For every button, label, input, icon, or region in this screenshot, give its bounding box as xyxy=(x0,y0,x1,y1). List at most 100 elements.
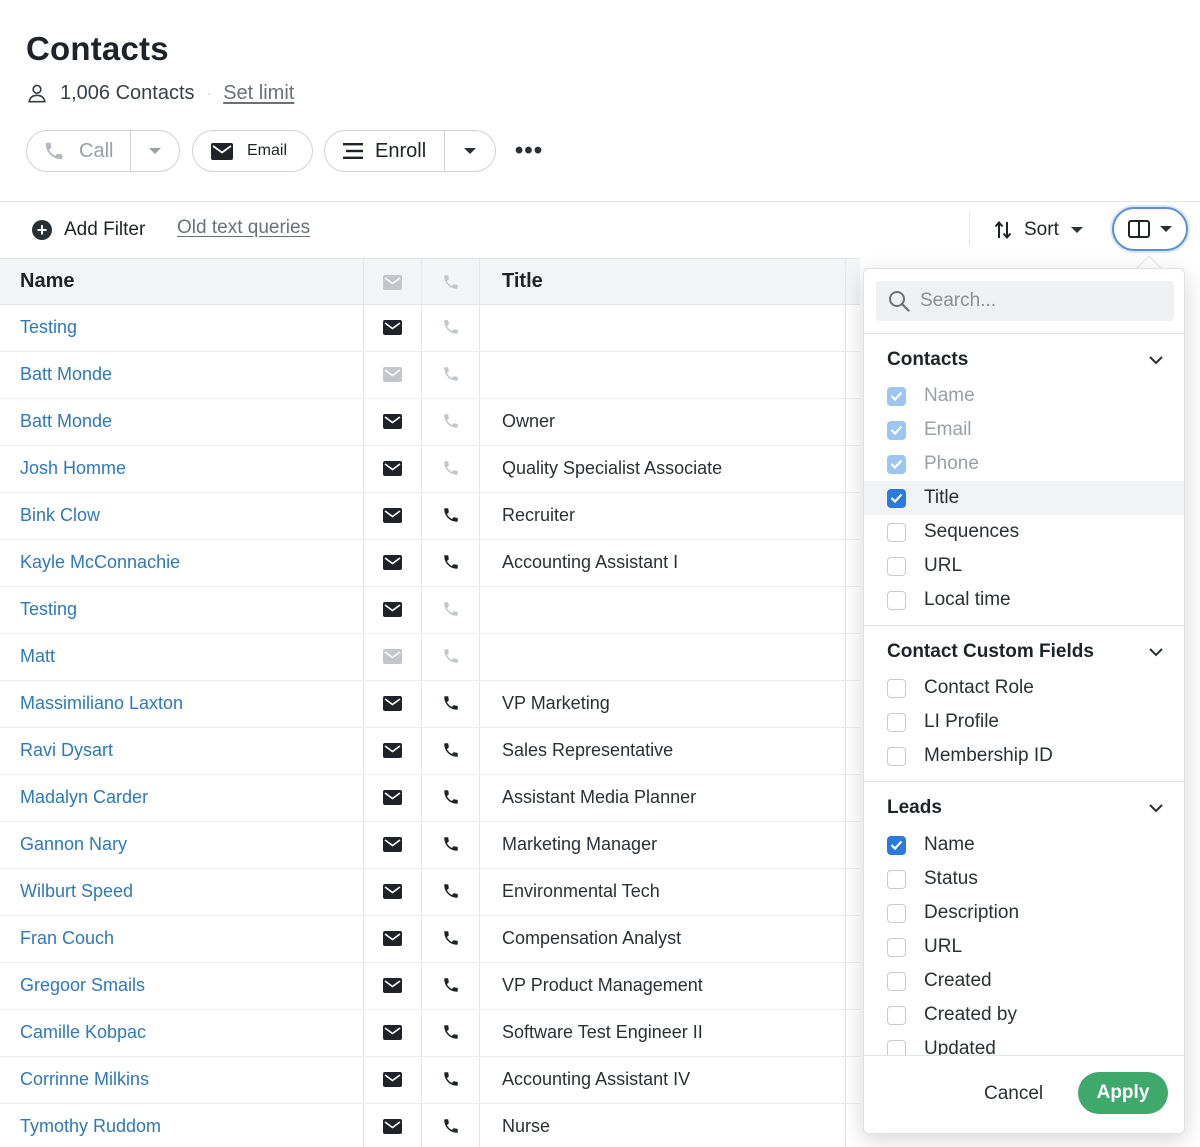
checkbox[interactable] xyxy=(887,937,906,957)
contact-name-link[interactable]: Testing xyxy=(20,599,77,620)
table-row[interactable]: Fran Couch Compensation Analyst xyxy=(0,916,860,963)
set-limit-link[interactable]: Set limit xyxy=(223,82,294,105)
email-button[interactable]: Email xyxy=(192,130,313,172)
table-row[interactable]: Wilburt Speed Environmental Tech xyxy=(0,869,860,916)
contact-name-link[interactable]: Matt xyxy=(20,646,55,667)
phone-icon[interactable] xyxy=(442,318,460,336)
envelope-icon[interactable] xyxy=(383,931,402,946)
sort-button[interactable]: Sort xyxy=(994,216,1083,244)
chevron-down-icon[interactable] xyxy=(1148,647,1164,657)
column-option[interactable]: Description xyxy=(864,896,1184,930)
phone-icon[interactable] xyxy=(442,1070,460,1088)
contact-name-link[interactable]: Fran Couch xyxy=(20,928,114,949)
table-row[interactable]: Gregoor Smails VP Product Management xyxy=(0,963,860,1010)
table-row[interactable]: Josh Homme Quality Specialist Associate xyxy=(0,446,860,493)
table-row[interactable]: Massimiliano Laxton VP Marketing xyxy=(0,681,860,728)
call-dropdown-button[interactable] xyxy=(131,131,179,171)
add-filter-button[interactable]: + Add Filter xyxy=(32,216,145,244)
contact-name-link[interactable]: Gregoor Smails xyxy=(20,975,145,996)
phone-icon[interactable] xyxy=(442,835,460,853)
column-option[interactable]: Local time xyxy=(864,583,1184,617)
table-row[interactable]: Madalyn Carder Assistant Media Planner xyxy=(0,775,860,822)
phone-icon[interactable] xyxy=(442,412,460,430)
column-option[interactable]: Name xyxy=(864,379,1184,413)
envelope-icon[interactable] xyxy=(383,696,402,711)
checkbox[interactable] xyxy=(887,746,906,766)
phone-icon[interactable] xyxy=(442,506,460,524)
section-heading[interactable]: Contact Custom Fields xyxy=(887,641,1094,663)
old-text-queries-link[interactable]: Old text queries xyxy=(177,217,310,239)
column-header-name[interactable]: Name xyxy=(20,270,74,293)
column-option[interactable]: Title xyxy=(864,481,1184,515)
contact-name-link[interactable]: Testing xyxy=(20,317,77,338)
table-row[interactable]: Tymothy Ruddom Nurse xyxy=(0,1104,860,1147)
contact-name-link[interactable]: Wilburt Speed xyxy=(20,881,133,902)
envelope-icon[interactable] xyxy=(383,367,402,382)
checkbox[interactable] xyxy=(887,454,906,474)
table-row[interactable]: Camille Kobpac Software Test Engineer II xyxy=(0,1010,860,1057)
phone-icon[interactable] xyxy=(442,600,460,618)
table-row[interactable]: Corrinne Milkins Accounting Assistant IV xyxy=(0,1057,860,1104)
enroll-button[interactable]: Enroll xyxy=(325,131,444,171)
phone-icon[interactable] xyxy=(442,459,460,477)
column-option[interactable]: LI Profile xyxy=(864,705,1184,739)
checkbox[interactable] xyxy=(887,556,906,576)
contact-name-link[interactable]: Ravi Dysart xyxy=(20,740,113,761)
checkbox[interactable] xyxy=(887,1005,906,1025)
column-option[interactable]: Status xyxy=(864,862,1184,896)
envelope-icon[interactable] xyxy=(383,649,402,664)
checkbox[interactable] xyxy=(887,712,906,732)
contact-name-link[interactable]: Bink Clow xyxy=(20,505,100,526)
contact-name-link[interactable]: Gannon Nary xyxy=(20,834,127,855)
envelope-icon[interactable] xyxy=(383,414,402,429)
phone-icon[interactable] xyxy=(442,741,460,759)
envelope-icon[interactable] xyxy=(383,508,402,523)
table-row[interactable]: Batt Monde xyxy=(0,352,860,399)
table-row[interactable]: Ravi Dysart Sales Representative xyxy=(0,728,860,775)
column-option[interactable]: Sequences xyxy=(864,515,1184,549)
more-actions-button[interactable]: ••• xyxy=(514,137,544,164)
column-option[interactable]: Name xyxy=(864,828,1184,862)
contact-name-link[interactable]: Massimiliano Laxton xyxy=(20,693,183,714)
envelope-icon[interactable] xyxy=(383,978,402,993)
envelope-icon[interactable] xyxy=(383,1119,402,1134)
envelope-icon[interactable] xyxy=(383,884,402,899)
checkbox[interactable] xyxy=(887,420,906,440)
contact-name-link[interactable]: Kayle McConnachie xyxy=(20,552,180,573)
column-option[interactable]: Email xyxy=(864,413,1184,447)
contact-name-link[interactable]: Corrinne Milkins xyxy=(20,1069,149,1090)
column-option[interactable]: Phone xyxy=(864,447,1184,481)
envelope-icon[interactable] xyxy=(383,743,402,758)
chevron-down-icon[interactable] xyxy=(1148,355,1164,365)
chevron-down-icon[interactable] xyxy=(1148,803,1164,813)
checkbox[interactable] xyxy=(887,386,906,406)
contact-name-link[interactable]: Tymothy Ruddom xyxy=(20,1116,161,1137)
envelope-icon[interactable] xyxy=(383,461,402,476)
envelope-icon[interactable] xyxy=(383,837,402,852)
column-option[interactable]: URL xyxy=(864,930,1184,964)
table-row[interactable]: Testing xyxy=(0,587,860,634)
envelope-icon[interactable] xyxy=(383,1072,402,1087)
envelope-icon[interactable] xyxy=(383,320,402,335)
table-row[interactable]: Matt xyxy=(0,634,860,681)
column-header-title[interactable]: Title xyxy=(502,270,543,293)
contact-name-link[interactable]: Camille Kobpac xyxy=(20,1022,146,1043)
checkbox[interactable] xyxy=(887,869,906,889)
column-option[interactable]: URL xyxy=(864,549,1184,583)
column-option[interactable]: Created by xyxy=(864,998,1184,1032)
phone-icon[interactable] xyxy=(442,788,460,806)
table-row[interactable]: Testing xyxy=(0,305,860,352)
phone-icon[interactable] xyxy=(442,553,460,571)
envelope-icon[interactable] xyxy=(383,602,402,617)
contact-name-link[interactable]: Batt Monde xyxy=(20,411,112,432)
table-row[interactable]: Bink Clow Recruiter xyxy=(0,493,860,540)
checkbox[interactable] xyxy=(887,678,906,698)
phone-icon[interactable] xyxy=(442,365,460,383)
enroll-dropdown-button[interactable] xyxy=(445,131,495,171)
envelope-icon[interactable] xyxy=(383,790,402,805)
phone-icon[interactable] xyxy=(442,647,460,665)
checkbox[interactable] xyxy=(887,835,906,855)
section-heading[interactable]: Leads xyxy=(887,797,942,819)
column-option[interactable]: Membership ID xyxy=(864,739,1184,773)
call-button[interactable]: Call xyxy=(27,131,130,171)
